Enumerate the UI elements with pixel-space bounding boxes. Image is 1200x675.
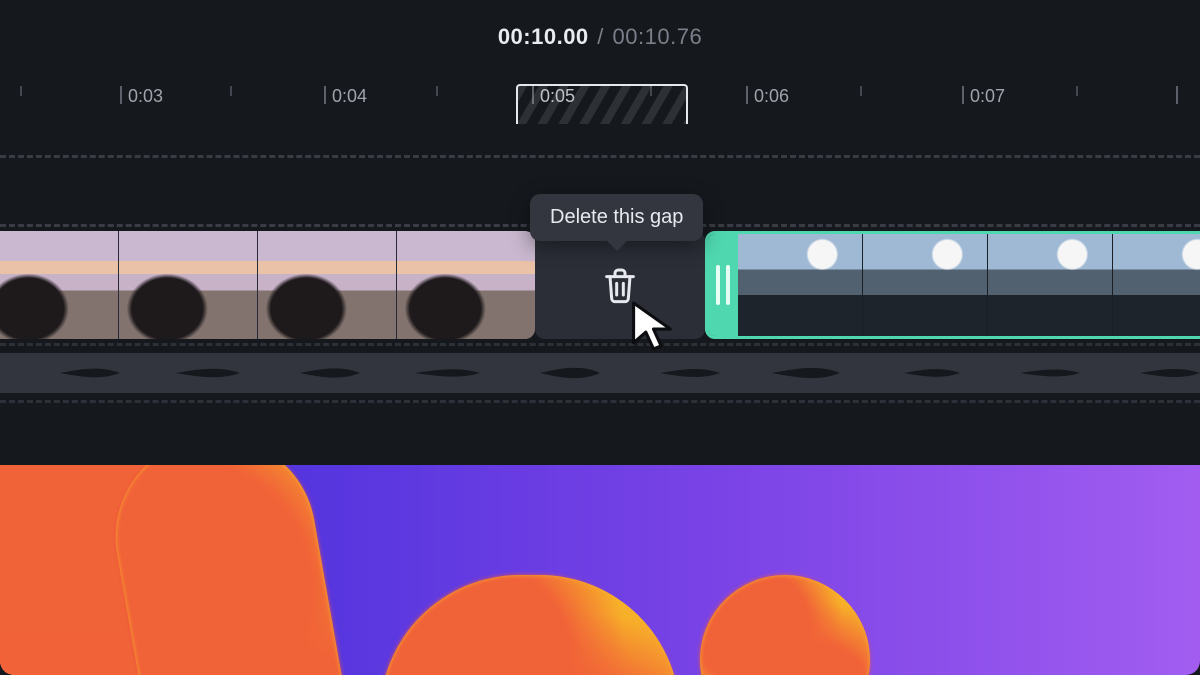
playhead-timecode: 00:10.00 / 00:10.76 [0,24,1200,50]
clip-thumbnail [397,231,535,339]
decorative-graphic [0,465,1200,675]
clip-trim-handle[interactable] [708,234,738,336]
timecode-total: 00:10.76 [613,24,703,49]
decorative-blob [380,575,680,675]
ruler-tick [324,86,326,104]
ruler-tick [1176,86,1178,104]
ruler-tick-minor [1076,86,1078,96]
clip-thumbnail [0,231,118,339]
timeline-tracks [0,155,1200,403]
ruler-label: 0:04 [332,86,367,107]
ruler-tick [962,86,964,104]
video-track-lane[interactable] [0,231,1200,339]
drag-handle-icon [726,265,730,305]
drag-handle-icon [716,265,720,305]
decorative-blob [700,575,870,675]
clip-thumbnail [738,234,862,336]
ruler-tick-minor [230,86,232,96]
delete-gap-tooltip: Delete this gap [530,194,703,241]
lane-divider [0,343,1200,346]
clip-thumbnail [863,234,987,336]
clip-thumbnail [988,234,1112,336]
timecode-separator: / [595,24,606,49]
lane-divider [0,400,1200,403]
ruler-tick-minor [20,86,22,96]
ruler-tick-minor [436,86,438,96]
clip-thumbnails [738,234,1200,336]
ruler-tick-minor [860,86,862,96]
clip-thumbnail [119,231,257,339]
clip-thumbnail [1113,234,1200,336]
trash-icon[interactable] [600,265,640,305]
decorative-blob [100,465,380,675]
video-clip-a[interactable] [0,231,535,339]
ruler-tick [746,86,748,104]
audio-track-lane[interactable] [0,343,1200,403]
tooltip-text: Delete this gap [550,206,683,228]
timecode-current: 00:10.00 [498,24,589,49]
ruler-label: 0:07 [970,86,1005,107]
ruler-label: 0:05 [540,86,575,107]
ruler-tick [120,86,122,104]
ruler-label: 0:03 [128,86,163,107]
clip-thumbnail [258,231,396,339]
video-clip-b[interactable] [705,231,1200,339]
clip-thumbnails [0,231,535,339]
ruler-label: 0:06 [754,86,789,107]
editor-stage: 00:10.00 / 00:10.76 0:03 0:04 0:05 0:06 … [0,0,1200,675]
audio-waveform [0,353,1200,393]
